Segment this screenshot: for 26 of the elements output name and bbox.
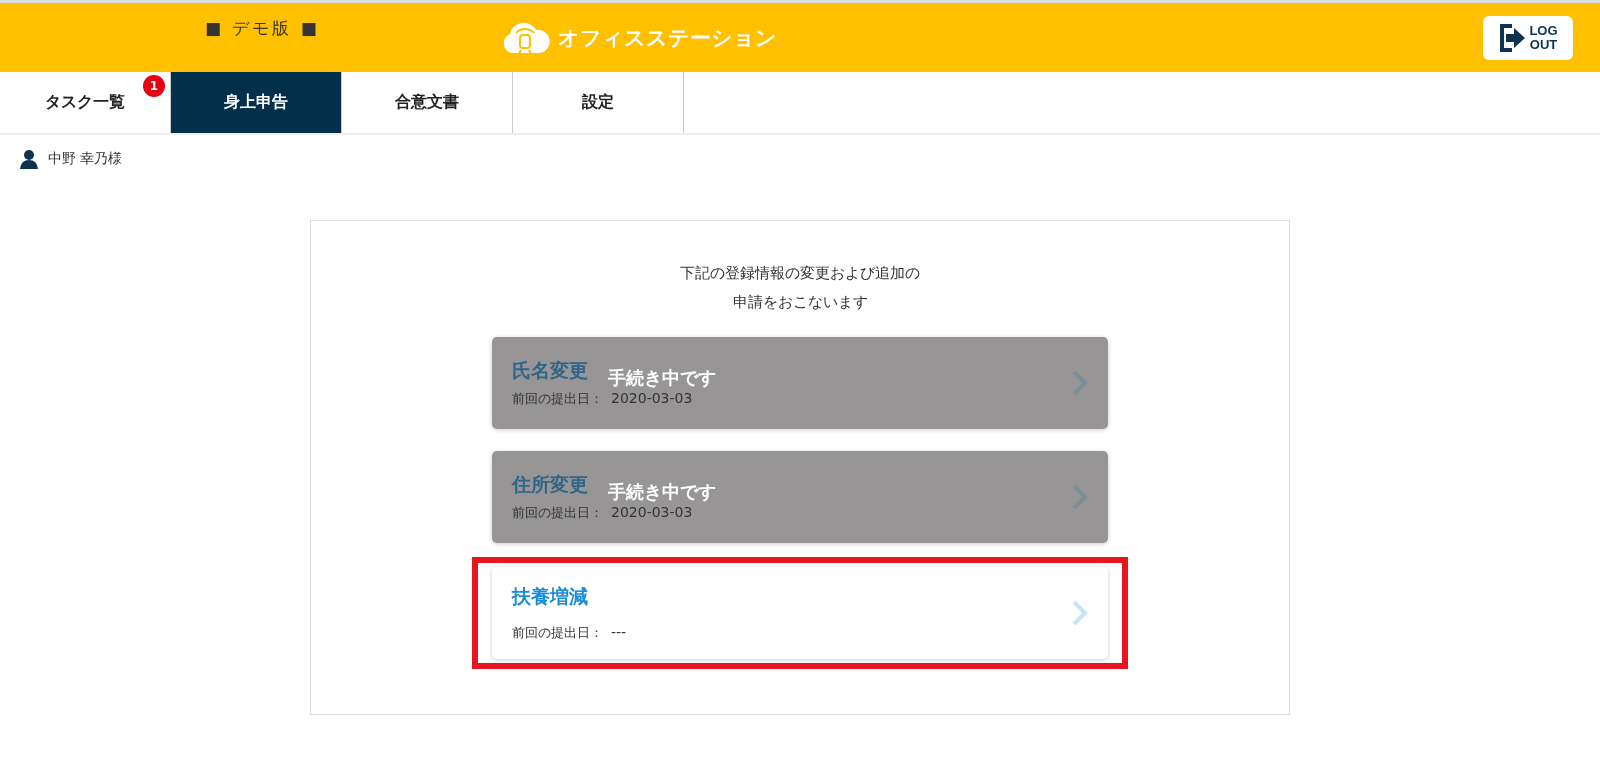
- demo-label: ■ デモ版 ■: [205, 17, 320, 40]
- exit-arrow-icon: [1498, 22, 1527, 53]
- status-text: 手続き中です: [608, 366, 716, 390]
- user-icon: [20, 149, 38, 169]
- card-title: 扶養増減: [512, 584, 588, 609]
- notification-badge: 1: [143, 75, 165, 97]
- user-name: 中野 幸乃様: [48, 150, 123, 168]
- intro-text: 下記の登録情報の変更および追加の 申請をおこないます: [680, 263, 920, 313]
- date-value: ---: [611, 624, 627, 640]
- date-value: 2020-03-03: [611, 390, 693, 406]
- procedure-card[interactable]: 住所変更 手続き中です 前回の提出日： 2020-03-03: [492, 451, 1108, 543]
- status-text: 手続き中です: [608, 480, 716, 504]
- date-label: 前回の提出日：: [512, 391, 603, 406]
- date-label: 前回の提出日：: [512, 505, 603, 520]
- app-name: オフィスステーション: [558, 24, 777, 52]
- nav-tab[interactable]: 身上申告: [171, 72, 342, 133]
- date-label: 前回の提出日：: [512, 625, 603, 640]
- chevron-icon: [1072, 600, 1088, 626]
- date-value: 2020-03-03: [611, 504, 693, 520]
- chevron-icon: [1072, 370, 1088, 396]
- chevron-icon: [1072, 484, 1088, 510]
- logout-button[interactable]: LOG OUT: [1483, 15, 1573, 60]
- procedure-card[interactable]: 氏名変更 手続き中です 前回の提出日： 2020-03-03: [492, 337, 1108, 429]
- card-title: 住所変更: [512, 472, 588, 497]
- procedure-card[interactable]: 扶養増減 前回の提出日： ---: [492, 567, 1108, 659]
- card-title: 氏名変更: [512, 358, 588, 383]
